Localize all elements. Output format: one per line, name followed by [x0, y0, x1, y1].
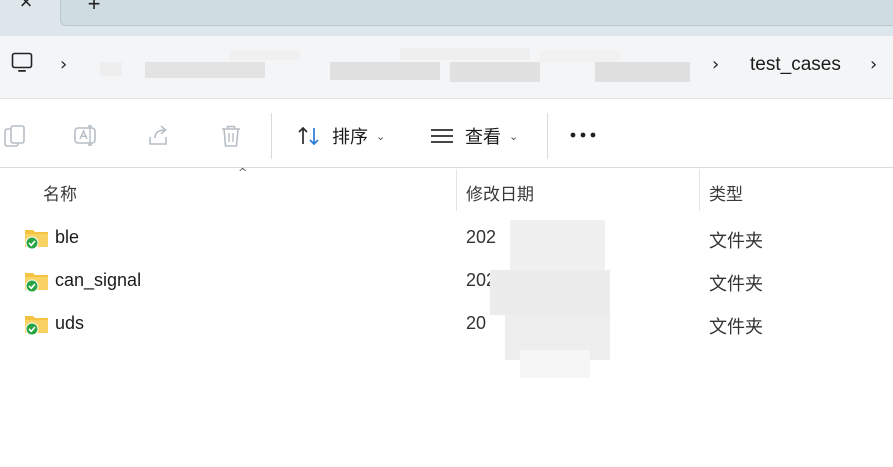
chevron-down-icon: ⌄ [509, 129, 519, 143]
file-type: 文件夹 [709, 274, 763, 294]
close-tab-button[interactable]: × [14, 0, 38, 14]
column-header-type[interactable]: 类型 [709, 180, 743, 205]
command-toolbar: 排序 ⌄ 查看 ⌄ [0, 98, 893, 168]
sort-icon [298, 126, 319, 146]
synced-folder-icon [25, 273, 48, 293]
column-divider[interactable] [699, 169, 700, 211]
list-view-icon [431, 129, 453, 143]
sort-label: 排序 [332, 127, 368, 147]
tab-strip: × + [0, 0, 893, 36]
file-name: ble [55, 227, 80, 247]
toolbar-separator [271, 113, 272, 159]
file-type: 文件夹 [709, 317, 763, 337]
breadcrumb-chevron-icon[interactable]: › [870, 54, 877, 75]
file-row[interactable]: ble 202 文件夹 [0, 216, 893, 259]
column-header-row: ^ 名称 修改日期 类型 [0, 166, 893, 211]
file-name: can_signal [55, 270, 142, 290]
breadcrumb-chevron-icon[interactable]: › [60, 54, 67, 75]
breadcrumb-chevron-icon[interactable]: › [712, 54, 719, 75]
chevron-down-icon: ⌄ [376, 129, 386, 143]
file-name: uds [55, 313, 85, 333]
more-dots-icon [570, 132, 596, 138]
address-bar[interactable]: › › test_cases › [0, 36, 893, 98]
delete-icon[interactable] [218, 123, 244, 149]
view-label: 查看 [465, 127, 501, 147]
synced-folder-icon [25, 230, 48, 250]
column-header-name[interactable]: 名称 [43, 180, 77, 205]
redacted-date-region [490, 200, 620, 380]
toolbar-separator [547, 113, 548, 159]
sort-ascending-icon: ^ [238, 166, 248, 179]
breadcrumb-current-folder[interactable]: test_cases [750, 54, 841, 76]
file-modified-date: 20 [466, 313, 487, 333]
inactive-tab-area[interactable] [60, 0, 893, 26]
new-tab-button[interactable]: + [82, 0, 106, 16]
redacted-breadcrumb-path [100, 46, 700, 90]
more-options-button[interactable] [568, 121, 598, 151]
column-divider[interactable] [456, 169, 457, 211]
copy-icon[interactable] [2, 123, 28, 149]
sort-button[interactable]: 排序 ⌄ [296, 121, 385, 151]
computer-icon[interactable] [10, 51, 34, 75]
file-type: 文件夹 [709, 231, 763, 251]
view-button[interactable]: 查看 ⌄ [429, 121, 518, 151]
share-icon[interactable] [146, 123, 172, 149]
rename-icon[interactable] [73, 123, 99, 149]
file-row[interactable]: uds 20 文件夹 [0, 302, 893, 345]
synced-folder-icon [25, 316, 48, 336]
file-row[interactable]: can_signal 2026 文件夹 [0, 259, 893, 302]
